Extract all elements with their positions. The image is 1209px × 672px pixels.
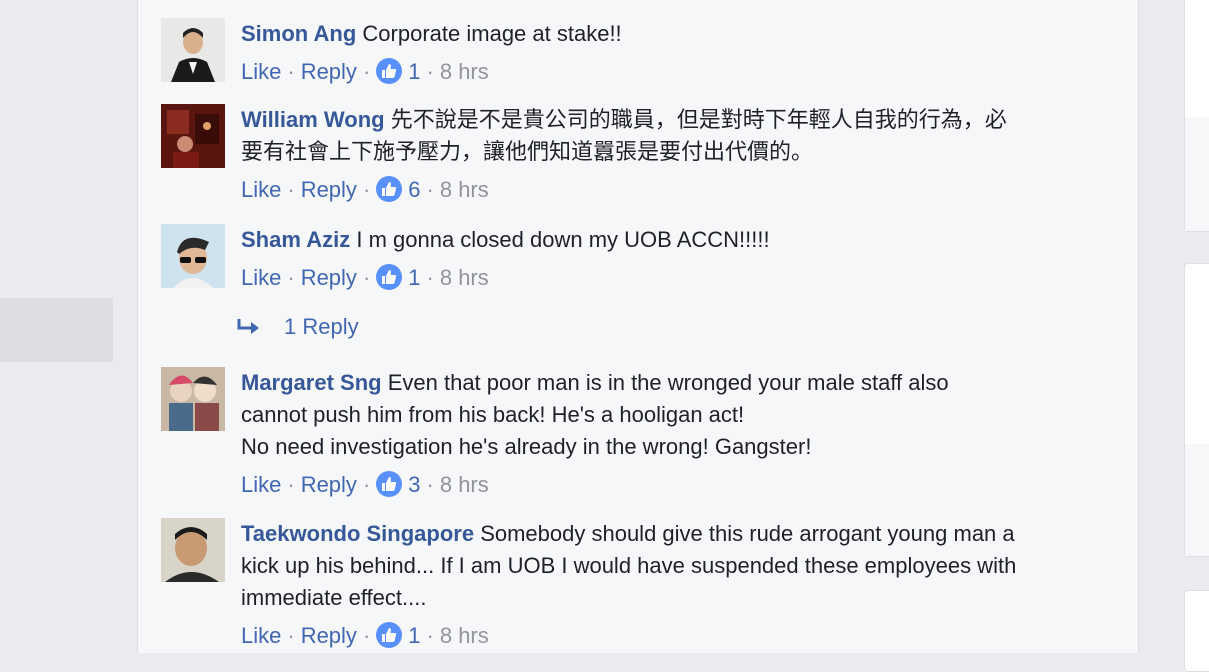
- like-button[interactable]: Like: [241, 59, 281, 84]
- avatar[interactable]: [161, 367, 225, 431]
- like-thumb-icon: [376, 622, 403, 648]
- reaction-count[interactable]: 1: [408, 265, 420, 290]
- comment-body: Taekwondo Singapore Somebody should give…: [241, 518, 1121, 614]
- right-card: [1184, 263, 1209, 557]
- comment-author[interactable]: Sham Aziz: [241, 227, 350, 252]
- avatar[interactable]: [161, 224, 225, 288]
- avatar[interactable]: [161, 18, 225, 82]
- comment-body: William Wong 先不說是不是貴公司的職員，但是對時下年輕人自我的行為，…: [241, 104, 1121, 168]
- comment-body: Sham Aziz I m gonna closed down my UOB A…: [241, 224, 1121, 256]
- timestamp[interactable]: 8 hrs: [440, 59, 489, 84]
- reaction-count[interactable]: 1: [408, 623, 420, 648]
- comment-author[interactable]: Taekwondo Singapore: [241, 521, 474, 546]
- right-card: [1184, 590, 1209, 672]
- comment-text: I m gonna closed down my UOB ACCN!!!!!: [356, 227, 770, 252]
- comment-body: Margaret Sng Even that poor man is in th…: [241, 367, 1121, 463]
- like-thumb-icon: [376, 264, 403, 290]
- comment-author[interactable]: Simon Ang: [241, 21, 356, 46]
- comment-actions: Like · Reply · 3 · 8 hrs: [241, 471, 489, 497]
- timestamp[interactable]: 8 hrs: [440, 177, 489, 202]
- reply-button[interactable]: Reply: [301, 265, 357, 290]
- comment-author[interactable]: William Wong: [241, 107, 385, 132]
- comment-actions: Like · Reply · 1 · 8 hrs: [241, 622, 489, 648]
- left-panel-block: [0, 298, 113, 362]
- like-thumb-icon: [376, 58, 403, 84]
- comment-author[interactable]: Margaret Sng: [241, 370, 382, 395]
- timestamp[interactable]: 8 hrs: [440, 472, 489, 497]
- reply-button[interactable]: Reply: [301, 177, 357, 202]
- comment-actions: Like · Reply · 6 · 8 hrs: [241, 176, 489, 202]
- like-button[interactable]: Like: [241, 177, 281, 202]
- timestamp[interactable]: 8 hrs: [440, 623, 489, 648]
- reply-button[interactable]: Reply: [301, 59, 357, 84]
- comment-body: Simon Ang Corporate image at stake!!: [241, 18, 1121, 50]
- like-thumb-icon: [376, 471, 403, 497]
- timestamp[interactable]: 8 hrs: [440, 265, 489, 290]
- like-button[interactable]: Like: [241, 265, 281, 290]
- reaction-count[interactable]: 6: [408, 177, 420, 202]
- like-thumb-icon: [376, 176, 403, 202]
- replies-count-label[interactable]: 1 Reply: [284, 314, 359, 339]
- avatar[interactable]: [161, 104, 225, 168]
- right-card: [1184, 0, 1209, 232]
- reply-button[interactable]: Reply: [301, 623, 357, 648]
- like-button[interactable]: Like: [241, 623, 281, 648]
- like-button[interactable]: Like: [241, 472, 281, 497]
- reply-button[interactable]: Reply: [301, 472, 357, 497]
- comment-actions: Like · Reply · 1 · 8 hrs: [241, 58, 489, 84]
- view-replies-link[interactable]: 1 Reply: [236, 311, 359, 343]
- reply-arrow-icon: [237, 319, 259, 334]
- comment-text: Corporate image at stake!!: [362, 21, 622, 46]
- comment-actions: Like · Reply · 1 · 8 hrs: [241, 264, 489, 290]
- reaction-count[interactable]: 1: [408, 59, 420, 84]
- avatar[interactable]: [161, 518, 225, 582]
- reaction-count[interactable]: 3: [408, 472, 420, 497]
